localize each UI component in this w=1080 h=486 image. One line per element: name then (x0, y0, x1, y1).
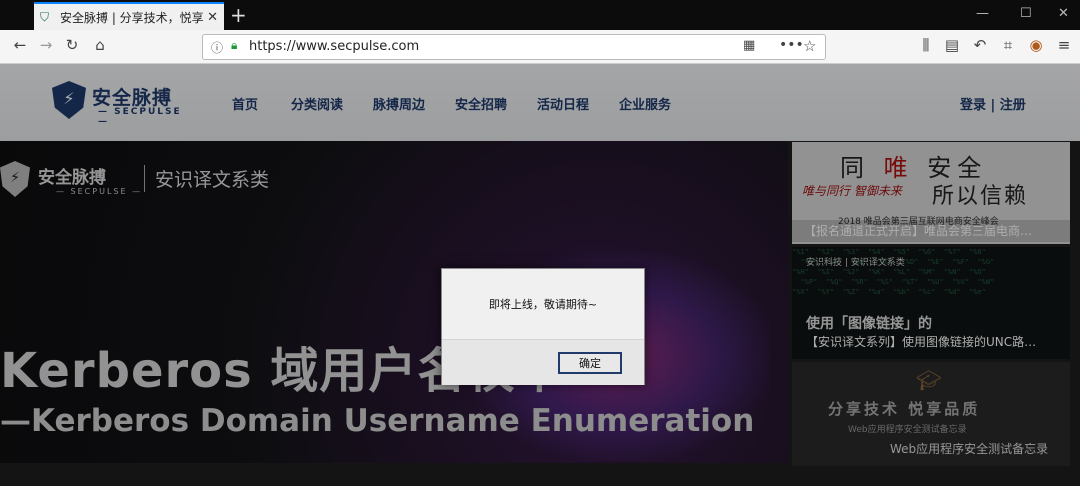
logo-subtext: — SECPULSE — (98, 107, 182, 127)
hero-logo-text: 安全脉搏 (38, 168, 106, 188)
site-header: ⚡ 安全脉搏 — SECPULSE — 首页 分类阅读 脉搏周边 安全招聘 活动… (0, 64, 1080, 141)
alert-dialog: 即将上线，敬请期待~ 确定 (441, 268, 645, 385)
nav-events[interactable]: 活动日程 (537, 94, 589, 113)
nav-pulse-around[interactable]: 脉搏周边 (373, 94, 425, 113)
side-card-event[interactable]: 同 唯 安全 唯与同行 智御未来 所以信赖 2018 唯品会第三届互联网电商安全… (792, 142, 1070, 244)
card3-slogan: 分享技术 悦享品质 (828, 400, 981, 418)
card3-subtitle: Web应用程序安全测试备忘录 (848, 425, 967, 435)
card1-slogan: 唯与同行 智御未来 (802, 184, 902, 198)
ok-button[interactable]: 确定 (558, 352, 622, 374)
card1-slogan-b: 所以信赖 (932, 184, 1029, 209)
site-logo[interactable]: ⚡ 安全脉搏 — SECPULSE — (52, 81, 192, 127)
url-text[interactable]: https://www.secpulse.com (249, 39, 419, 54)
hero-logo-subtext: — SECPULSE — (56, 187, 143, 196)
nav-enterprise[interactable]: 企业服务 (619, 94, 671, 113)
minimize-button[interactable]: — (976, 6, 989, 21)
library-icon[interactable]: ⫼ (916, 36, 936, 54)
dialog-footer: 确定 (442, 339, 644, 385)
card2-title: 使用「图像链接」的 (806, 316, 932, 332)
shield-logo-icon: ⚡ (52, 81, 86, 119)
url-bar[interactable]: ⓘ 🔒︎ https://www.secpulse.com ▦ ••• ☆ (202, 34, 826, 60)
sidebar-icon[interactable]: ▤ (942, 36, 962, 54)
graduation-cap-icon: 🎓︎ (916, 368, 942, 392)
back-icon[interactable]: ← (10, 36, 30, 54)
tab-bar: ⛉ 安全脉搏 | 分享技术，悦享品质 ✕ + — ☐ ✕ (0, 0, 1080, 30)
card1-caption[interactable]: 【报名通道正式开启】唯品会第三届电商… (804, 222, 1032, 239)
nav-toolbar: ← → ↻ ⌂ ⓘ 🔒︎ https://www.secpulse.com ▦ … (0, 30, 1080, 64)
info-icon[interactable]: ⓘ (211, 39, 223, 56)
nav-categories[interactable]: 分类阅读 (291, 94, 343, 113)
shield-logo-icon: ⚡ (0, 161, 30, 197)
card1-heading-a: 同 (840, 154, 870, 182)
maximize-button[interactable]: ☐ (1020, 6, 1032, 21)
undo-icon[interactable]: ↶ (970, 36, 990, 54)
nav-home[interactable]: 首页 (232, 94, 258, 113)
login-register-link[interactable]: 登录 | 注册 (960, 94, 1026, 113)
qr-code-icon[interactable]: ▦ (743, 38, 755, 53)
new-tab-button[interactable]: + (230, 3, 247, 27)
hero-logo: ⚡ 安全脉搏 — SECPULSE — 安识译文系类 (0, 159, 320, 201)
hero-subtitle: —Kerberos Domain Username Enumeration (0, 403, 755, 439)
card2-header: 安识科技 | 安识译文系类 (806, 258, 905, 268)
bookmark-star-icon[interactable]: ☆ (803, 37, 816, 55)
logo-text: 安全脉搏 (92, 87, 173, 109)
nav-jobs[interactable]: 安全招聘 (455, 94, 507, 113)
card1-heading-b: 唯 (883, 154, 914, 182)
site-favicon-icon: ⛉ (40, 10, 50, 24)
extension-icon[interactable]: ◉ (1026, 36, 1046, 54)
side-card-cheatsheet[interactable]: 🎓︎ 分享技术 悦享品质 Web应用程序安全测试备忘录 Web应用程序安全测试备… (792, 362, 1070, 466)
hero-banner[interactable]: ⚡ 安全脉搏 — SECPULSE — 安识译文系类 Kerberos 域用户名… (0, 141, 788, 463)
card2-caption[interactable]: 【安识译文系列】使用图像链接的UNC路… (806, 333, 1036, 350)
forward-icon[interactable]: → (36, 36, 56, 54)
tab-close-icon[interactable]: ✕ (207, 10, 218, 25)
close-window-button[interactable]: ✕ (1058, 6, 1069, 21)
card3-caption[interactable]: Web应用程序安全测试备忘录 (890, 440, 1048, 457)
menu-icon[interactable]: ≡ (1054, 36, 1074, 54)
hero-series-label: 安识译文系类 (144, 165, 269, 192)
side-card-article[interactable]: "%1" "%2" "%3" "%4" "%5" "%6" "%7" "%8" … (792, 247, 1070, 359)
home-icon[interactable]: ⌂ (90, 36, 110, 54)
more-actions-icon[interactable]: ••• (779, 37, 804, 53)
tab-title: 安全脉搏 | 分享技术，悦享品质 (60, 10, 204, 25)
reload-icon[interactable]: ↻ (62, 36, 82, 54)
dialog-message: 即将上线，敬请期待~ (488, 298, 598, 311)
browser-tab[interactable]: ⛉ 安全脉搏 | 分享技术，悦享品质 ✕ (34, 2, 224, 30)
crop-icon[interactable]: ⌗ (998, 36, 1018, 54)
lock-icon: 🔒︎ (231, 38, 238, 52)
